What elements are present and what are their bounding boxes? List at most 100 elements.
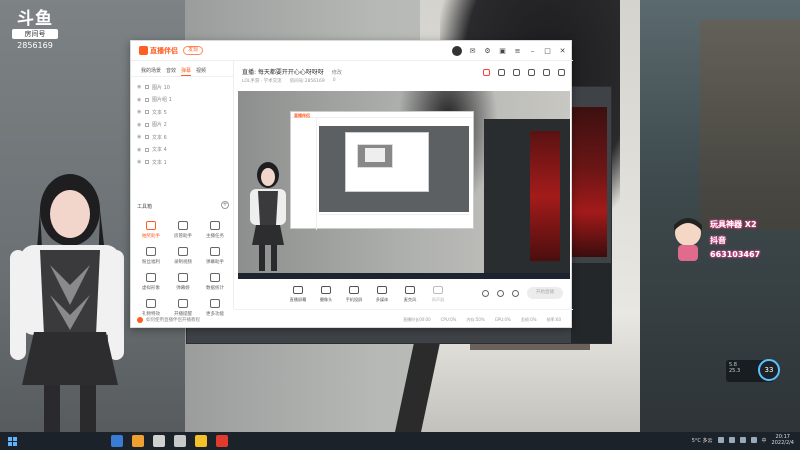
user-icon	[178, 221, 188, 230]
left-panel: 我的场景 音效 弹幕 视频 ◉ 图片 10 ◉ 图片组 1 ◉ 文本 5 ◉ 图片 2 ◉ 文本 6 ◉ 文…	[131, 61, 234, 317]
app-icon-1[interactable]	[111, 435, 123, 447]
start-button[interactable]	[8, 436, 17, 446]
share-screen-icon[interactable]	[513, 69, 520, 76]
stream-preview[interactable]: 直播伴侣	[238, 91, 570, 279]
gear-icon[interactable]	[512, 289, 519, 297]
app-icon-3[interactable]	[153, 435, 165, 447]
menu-icon[interactable]: ≡	[513, 47, 522, 56]
control-3[interactable]: 多媒体	[370, 285, 394, 303]
source-type-icon	[145, 85, 149, 90]
control-icon	[349, 285, 359, 294]
control-0[interactable]: 直播屏幕	[286, 285, 310, 303]
tray-icon-2[interactable]	[728, 437, 735, 443]
scene-item[interactable]: ◉ 图片 10	[137, 81, 233, 94]
scene-item[interactable]: ◉ 文本 1	[137, 156, 233, 169]
status-item: 帧率:60	[546, 316, 561, 322]
eye-icon[interactable]: ◉	[137, 147, 142, 153]
share-icon[interactable]	[558, 69, 565, 76]
scene-item-label: 图片组 1	[152, 97, 172, 104]
tool-4[interactable]: 录制视频	[167, 247, 199, 265]
scene-item[interactable]: ◉ 图片 2	[137, 119, 233, 132]
bell-icon[interactable]	[543, 69, 550, 76]
tool-3[interactable]: 粉丝福利	[135, 247, 167, 265]
control-5[interactable]: 扬声器	[426, 285, 450, 303]
edit-title-button[interactable]: 修改	[332, 70, 342, 76]
clock[interactable]: 20:17 2022/2/4	[772, 434, 794, 446]
control-1[interactable]: 摄像头	[314, 285, 338, 303]
help-hint[interactable]: 如何使用直播伴侣开播教程	[137, 317, 200, 323]
control-4[interactable]: 麦克风	[398, 285, 422, 303]
tool-5[interactable]: 弹幕助手	[199, 247, 231, 265]
room-label: 房间号	[12, 29, 58, 39]
close-icon[interactable]: ✕	[558, 47, 567, 56]
tool-9[interactable]: 礼物特效	[135, 299, 167, 317]
tool-7[interactable]: 弹幕姬	[167, 273, 199, 291]
status-item: CPU:0%	[440, 317, 457, 322]
eye-icon[interactable]: ◉	[137, 109, 142, 115]
skin-icon[interactable]: ▣	[498, 47, 507, 56]
lock-icon[interactable]	[498, 69, 505, 76]
eye-icon[interactable]: ◉	[137, 159, 142, 165]
app-icon-4[interactable]	[174, 435, 186, 447]
minimize-icon[interactable]: –	[528, 47, 537, 56]
control-icon	[433, 285, 443, 294]
eye-icon[interactable]: ◉	[137, 122, 142, 128]
tab-0[interactable]: 我的场景	[141, 67, 161, 76]
tool-1[interactable]: 房管助手	[167, 221, 199, 239]
tool-label: 弹幕姬	[176, 286, 190, 291]
volume-icon[interactable]	[750, 437, 757, 443]
nested-window-4	[365, 148, 385, 162]
scene-source-list: ◉ 图片 10 ◉ 图片组 1 ◉ 文本 5 ◉ 图片 2 ◉ 文本 6 ◉ 文本 4 ◉ 文本 1	[131, 77, 233, 169]
eye-icon[interactable]: ◉	[137, 97, 142, 103]
maximize-icon[interactable]: □	[543, 47, 552, 56]
scene-item[interactable]: ◉ 文本 4	[137, 144, 233, 157]
tool-11[interactable]: 更多功能	[199, 299, 231, 317]
nested-titlebar: 直播伴侣	[291, 112, 473, 118]
control-label: 扬声器	[431, 296, 445, 302]
scene-item[interactable]: ◉ 文本 5	[137, 106, 233, 119]
start-live-button[interactable]: 开始直播	[527, 287, 563, 299]
chart-icon	[210, 273, 220, 282]
tool-label: 虚拟形象	[142, 286, 160, 291]
scene-item[interactable]: ◉ 文本 6	[137, 131, 233, 144]
beauty-icon[interactable]	[497, 289, 504, 297]
tool-label: 录制视频	[174, 260, 192, 265]
tab-1[interactable]: 音效	[166, 67, 176, 76]
header-icons	[483, 69, 565, 76]
control-2[interactable]: 手机投屏	[342, 285, 366, 303]
fans-icon	[146, 247, 156, 256]
camera-icon[interactable]	[482, 289, 489, 297]
record-icon[interactable]	[528, 69, 535, 76]
eye-icon[interactable]: ◉	[137, 84, 142, 90]
app-icon-2[interactable]	[132, 435, 144, 447]
stream-info-item: LOL手游 · 学术交流	[242, 79, 282, 84]
help-hint-text: 如何使用直播伴侣开播教程	[146, 318, 200, 323]
tab-3[interactable]: 视频	[196, 67, 206, 76]
toolbox-add-icon[interactable]: +	[221, 201, 229, 209]
tool-2[interactable]: 主播任务	[199, 221, 231, 239]
message-icon[interactable]: ✉	[468, 47, 477, 56]
discover-button[interactable]: 发现	[183, 46, 204, 55]
tray-icon-3[interactable]	[739, 437, 746, 443]
avatar-icon	[146, 273, 156, 282]
control-icon	[321, 285, 331, 294]
tool-10[interactable]: 开播提醒	[167, 299, 199, 317]
tool-6[interactable]: 虚拟形象	[135, 273, 167, 291]
ime-indicator[interactable]: 中	[762, 437, 767, 444]
tool-0[interactable]: 抽奖助手	[135, 221, 167, 239]
tool-8[interactable]: 数据统计	[199, 273, 231, 291]
brand-name: 直播伴侣	[150, 46, 178, 55]
gift-icon[interactable]	[483, 69, 490, 76]
speed-gauge: 33	[758, 359, 780, 381]
weather[interactable]: 5°C 多云	[692, 437, 713, 444]
window-controls: ✉ ⚙ ▣ ≡ – □ ✕	[452, 46, 567, 56]
eye-icon[interactable]: ◉	[137, 134, 142, 140]
nested-preview	[319, 126, 469, 212]
user-avatar[interactable]	[452, 46, 462, 56]
app-icon-6[interactable]	[216, 435, 228, 447]
settings-icon[interactable]: ⚙	[483, 47, 492, 56]
tray-icon-1[interactable]	[717, 437, 724, 443]
scene-item[interactable]: ◉ 图片组 1	[137, 94, 233, 107]
app-icon-5[interactable]	[195, 435, 207, 447]
tab-2[interactable]: 弹幕	[181, 67, 192, 76]
